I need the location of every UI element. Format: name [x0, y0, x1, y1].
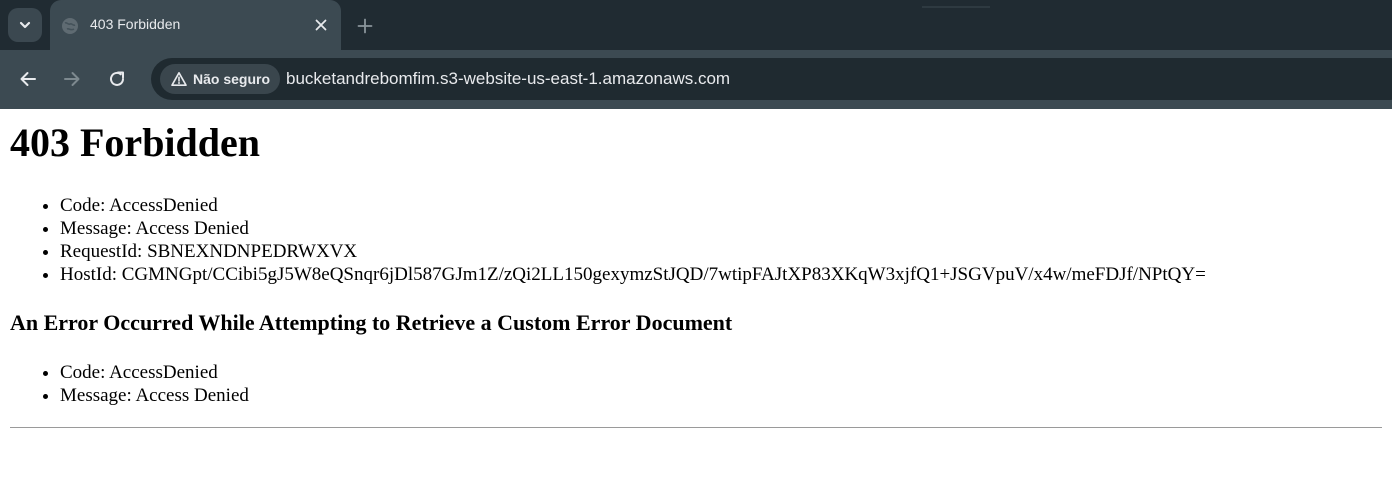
tab-title: 403 Forbidden [90, 16, 181, 32]
arrow-left-icon [20, 72, 36, 86]
list-item-message: Message: Access Denied [60, 217, 1382, 240]
address-bar[interactable]: Não seguro bucketandrebomfim.s3-website-… [151, 58, 1392, 100]
list-item-request-id: RequestId: SBNEXNDNPEDRWXVX [60, 240, 1382, 263]
reload-icon [110, 71, 124, 86]
plus-icon [357, 18, 373, 34]
warning-icon [171, 72, 187, 86]
tabstrip-divider [922, 6, 990, 8]
arrow-right-icon [64, 72, 80, 86]
security-indicator[interactable]: Não seguro [160, 64, 281, 94]
close-icon [315, 19, 327, 31]
tab-strip: 403 Forbidden [0, 0, 1392, 50]
list-item-code: Code: AccessDenied [60, 194, 1382, 217]
tab-search-button[interactable] [8, 8, 42, 42]
back-button[interactable] [14, 65, 42, 93]
reload-button[interactable] [103, 65, 131, 93]
error-document-details-list: Code: AccessDenied Message: Access Denie… [10, 361, 1382, 407]
new-tab-button[interactable] [353, 14, 377, 38]
globe-icon [62, 18, 78, 34]
list-item-message: Message: Access Denied [60, 384, 1382, 407]
list-item-code: Code: AccessDenied [60, 361, 1382, 384]
active-tab[interactable]: 403 Forbidden [50, 0, 341, 50]
divider [10, 427, 1382, 428]
tab-close-button[interactable] [311, 15, 331, 35]
browser-toolbar: Não seguro bucketandrebomfim.s3-website-… [0, 50, 1392, 109]
forward-button[interactable] [58, 65, 86, 93]
security-label: Não seguro [193, 71, 271, 87]
error-details-list: Code: AccessDenied Message: Access Denie… [10, 194, 1382, 286]
page-title: 403 Forbidden [10, 120, 261, 165]
chevron-down-icon [19, 21, 31, 29]
url-text[interactable]: bucketandrebomfim.s3-website-us-east-1.a… [286, 69, 730, 89]
list-item-host-id: HostId: CGMNGpt/CCibi5gJ5W8eQSnqr6jDl587… [60, 263, 1382, 286]
page-content: 403 Forbidden Code: AccessDenied Message… [0, 121, 1392, 428]
error-document-heading: An Error Occurred While Attempting to Re… [10, 310, 733, 335]
